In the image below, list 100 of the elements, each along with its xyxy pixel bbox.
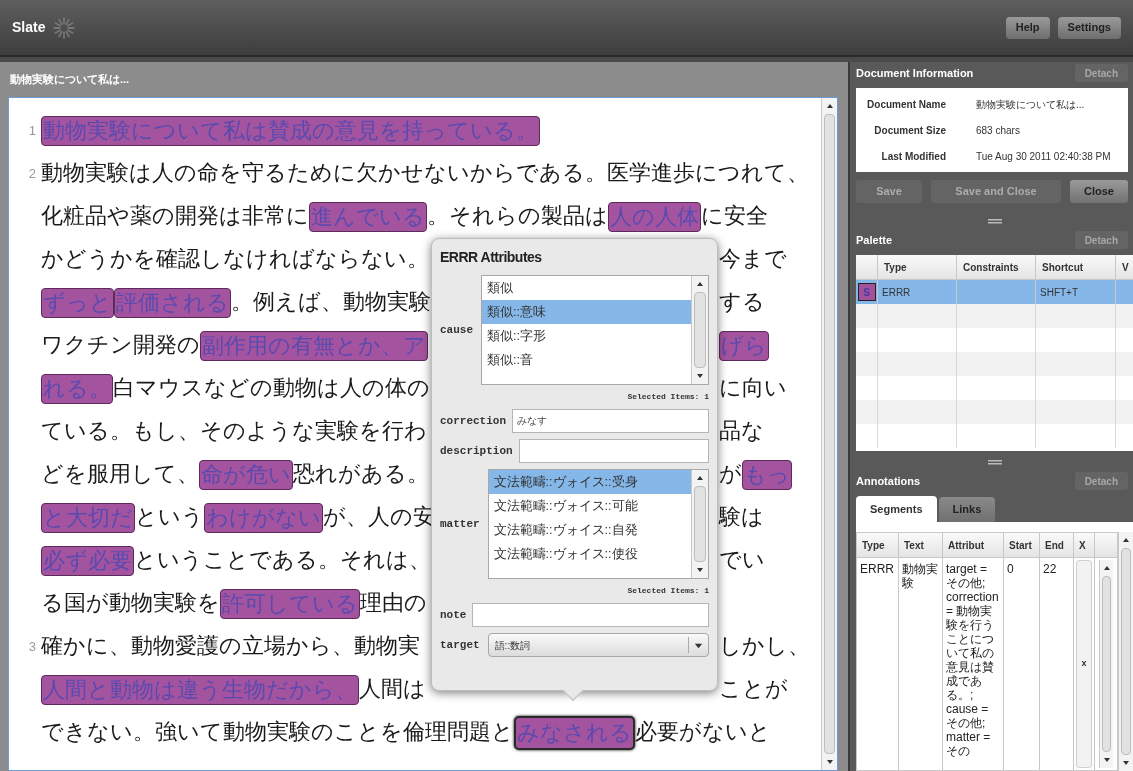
- panel-button[interactable]: Close: [1070, 180, 1128, 203]
- section-title: Palette: [856, 232, 893, 248]
- annotation-highlight[interactable]: げら: [719, 330, 769, 361]
- body-text: 。例えば、動物実験: [231, 289, 431, 317]
- body-text: 人間は: [359, 676, 426, 704]
- field-label: note: [440, 607, 467, 623]
- body-text: でい: [719, 547, 765, 575]
- annotation-highlight[interactable]: 動物実験について私は賛成の意見を持っている。: [41, 115, 540, 146]
- section-title: Document Information: [856, 65, 974, 81]
- annotation-highlight[interactable]: みなされる: [514, 715, 635, 750]
- loading-spinner-icon: [53, 16, 76, 39]
- dropdown[interactable]: 語::数詞: [487, 633, 709, 657]
- text-field[interactable]: [472, 603, 709, 627]
- table-cell: target = その他; correction = 動物実験を行うことについて私の意見は賛成である。; cause = その他; matter = その: [946, 562, 1000, 758]
- field-label: cause: [440, 322, 473, 338]
- app-title: Slate: [12, 18, 46, 37]
- list-box[interactable]: 類似 類似::意味 類似::字形 類似::音: [481, 275, 709, 385]
- table-cell-text: ERRR: [882, 285, 911, 300]
- header-button[interactable]: Settings: [1057, 16, 1121, 39]
- body-text: る国が動物実験を: [41, 590, 220, 618]
- body-text: ことが: [719, 676, 788, 704]
- popup-title: ERRR Attributes: [440, 248, 543, 267]
- resize-handle-icon: [987, 218, 1002, 224]
- body-text: ワクチン開発の: [41, 332, 200, 360]
- column-header: Text: [904, 538, 924, 553]
- line-number: 3: [28, 638, 36, 654]
- table-cell-text: 0: [1007, 562, 1015, 576]
- annotation-highlight[interactable]: 人間と動物は違う生物だから、: [41, 674, 359, 705]
- annotation-highlight[interactable]: 副作用の有無とか、ア: [200, 330, 428, 361]
- list-option[interactable]: 類似::意味: [482, 300, 691, 324]
- list-box[interactable]: 文法範疇::ヴォイス::受身 文法範疇::ヴォイス::可能 文法範疇::ヴォイス::自発 文法範疇::ヴォイス::使役: [487, 469, 709, 579]
- annotation-highlight[interactable]: わけがない: [204, 502, 323, 533]
- body-text: しかし、: [719, 633, 810, 661]
- selected-count: Selected Items: 1: [627, 391, 709, 403]
- panel-scrollbar[interactable]: [1118, 532, 1133, 771]
- body-text: 理由の: [360, 590, 427, 618]
- annotation-highlight[interactable]: 許可している: [220, 588, 360, 619]
- body-text: どを服用して、: [41, 461, 199, 489]
- info-label: Document Size: [874, 123, 946, 138]
- body-text: ということである。それは、: [134, 547, 431, 575]
- header-button[interactable]: Help: [1005, 16, 1050, 39]
- column-header: Attribut: [948, 538, 985, 553]
- body-text: する: [719, 289, 765, 317]
- document-title: 動物実験について私は...: [10, 72, 130, 88]
- body-text: 品な: [719, 418, 764, 446]
- section-title: Annotations: [856, 473, 921, 489]
- annotation-highlight[interactable]: 命が危い: [199, 459, 293, 490]
- field-label: correction: [440, 413, 506, 429]
- body-text: 恐れがある。: [293, 461, 429, 489]
- list-option[interactable]: 文法範疇::ヴォイス::受身: [488, 470, 691, 494]
- list-scrollbar[interactable]: [691, 276, 708, 384]
- field-label: matter: [440, 516, 480, 532]
- annotation-highlight[interactable]: 必ず必要: [41, 545, 134, 576]
- body-text: に安全: [701, 203, 768, 231]
- annotation-highlight[interactable]: れる。: [41, 373, 113, 404]
- body-text: できない。強いて動物実験のことを倫理問題と: [41, 719, 514, 747]
- delete-button[interactable]: x: [1076, 560, 1092, 768]
- column-header: Type: [862, 538, 885, 553]
- cell-scrollbar[interactable]: [1099, 560, 1113, 768]
- tab[interactable]: Links: [938, 497, 996, 522]
- annotation-highlight[interactable]: もっ: [742, 459, 792, 490]
- body-text: 験は: [719, 504, 764, 532]
- column-header: Shortcut: [1042, 260, 1084, 275]
- editor-scrollbar[interactable]: [821, 98, 837, 770]
- body-text: 今まで: [719, 246, 787, 274]
- column-header: End: [1045, 538, 1064, 553]
- info-value: 683 chars: [976, 123, 1020, 138]
- text-field[interactable]: [518, 439, 709, 463]
- body-text: 必要がないと: [635, 719, 771, 747]
- annotation-highlight[interactable]: 人の人体: [608, 201, 701, 232]
- line-number: 1: [28, 122, 36, 138]
- annotation-highlight[interactable]: ずっと: [41, 287, 114, 318]
- palette-row[interactable]: S ERRR SHFT+T: [856, 280, 1133, 304]
- field-label: description: [440, 443, 513, 459]
- text-field[interactable]: みなす: [512, 409, 709, 433]
- body-text: 化粧品や薬の開発は非常に: [41, 203, 309, 231]
- tab[interactable]: Segments: [856, 496, 937, 522]
- annotation-highlight[interactable]: 評価される: [114, 287, 231, 318]
- column-header: Start: [1009, 538, 1032, 553]
- resize-handle-icon: [987, 459, 1002, 465]
- body-text: 。それらの製品は: [427, 203, 608, 231]
- info-value: Tue Aug 30 2011 02:40:38 PM: [976, 149, 1111, 164]
- body-text: 動物実験は人の命を守るために欠かせないからである。医学進歩につれて、: [41, 160, 809, 188]
- column-header: V: [1122, 260, 1129, 275]
- body-text: という: [135, 504, 204, 532]
- list-scrollbar[interactable]: [691, 470, 708, 578]
- body-text: 白マウスなどの動物は人の体の: [113, 375, 430, 403]
- line-number: 2: [28, 165, 36, 181]
- table-cell: 動物実験: [902, 562, 939, 590]
- annotation-highlight[interactable]: 進んでいる: [309, 201, 427, 232]
- info-value: 動物実験について私は...: [976, 97, 1085, 112]
- annotation-highlight[interactable]: と大切だ: [41, 502, 135, 533]
- selected-count: Selected Items: 1: [627, 585, 709, 597]
- field-label: target: [440, 637, 480, 653]
- column-header: Constraints: [963, 260, 1019, 275]
- body-text: ている。もし、そのような実験を行わ: [41, 418, 427, 446]
- color-swatch[interactable]: S: [857, 283, 876, 301]
- body-text: 確かに、動物愛護の立場から、動物実: [41, 633, 420, 661]
- table-cell-text: 22: [1043, 562, 1058, 576]
- column-header: Type: [884, 260, 907, 275]
